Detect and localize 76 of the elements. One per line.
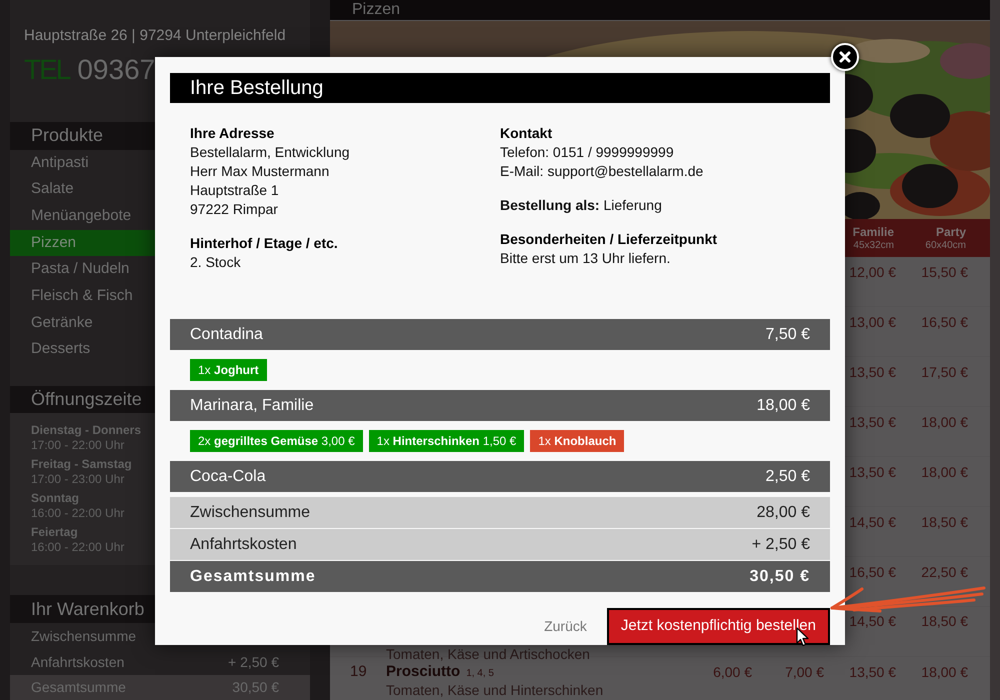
total-value: 30,50 € [750, 566, 810, 586]
total-label: Zwischensumme [190, 502, 310, 522]
item-name: Prosciutto [386, 662, 460, 682]
price-cell-text: 6,00 € [712, 662, 752, 682]
price-cell-text: 22,50 € [920, 562, 968, 582]
section-heading: Ihr Warenkorb [31, 598, 144, 621]
allergen-note: 1, 4, 5 [466, 666, 494, 681]
cart-label: Anfahrtskosten [31, 652, 124, 672]
price-cell-text: 16,50 € [920, 312, 968, 332]
extra-tag: 1x Joghurt [190, 359, 267, 381]
price-cell-text: 18,50 € [920, 512, 968, 532]
section-heading: Öffnungszeite [31, 388, 142, 412]
cart-value: + 2,50 € [228, 652, 280, 672]
price-cell-text: 13,00 € [848, 312, 896, 332]
item-description: Tomaten, Käse und Artischocken [386, 647, 590, 662]
opening-time: 16:00 - 22:00 Uhr [31, 506, 124, 522]
opening-time: 17:00 - 23:00 Uhr [31, 472, 124, 488]
opening-days: Freitag - Samstag [31, 457, 132, 472]
opening-time: 16:00 - 22:00 Uhr [31, 540, 124, 556]
info-text: E-Mail: support@bestellalarm.de [500, 162, 704, 181]
price-cell-text: 12,00 € [848, 262, 896, 282]
price-cell-text: 18,00 € [920, 662, 968, 682]
opening-days: Feiertag [31, 525, 78, 540]
dialog-title: Ihre Bestellung [190, 76, 324, 101]
price-cell-text: 18,00 € [920, 462, 968, 482]
page-title: Pizzen [352, 0, 400, 20]
info-text: 2. Stock [190, 253, 242, 272]
total-label: Gesamtsumme [190, 566, 316, 586]
info-text: 97222 Rimpar [190, 200, 279, 219]
total-value: + 2,50 € [752, 534, 810, 554]
info-heading: Kontakt [500, 124, 554, 143]
info-heading: Hinterhof / Etage / etc. [190, 234, 339, 253]
item-name: Contadina [190, 324, 263, 344]
info-text: Bestellung als: Lieferung [500, 196, 663, 215]
extra-tag: 1x Hinterschinken 1,50 € [368, 430, 524, 452]
info-text: Bitte erst um 13 Uhr liefern. [500, 249, 672, 268]
price-cell-text: 17,50 € [920, 362, 968, 382]
item-price: 18,00 € [756, 396, 810, 416]
info-text: Bestellalarm, Entwicklung [190, 143, 351, 162]
column-header: Party [936, 224, 966, 238]
column-size: 60x40cm [925, 238, 966, 252]
info-text: Telefon: 0151 / 9999999999 [500, 143, 675, 162]
item-number: 19 [350, 662, 368, 682]
shop-address: Hauptstraße 26 | 97294 Unterpleichfeld [24, 26, 287, 46]
price-cell-text: 14,50 € [848, 612, 896, 631]
phone-number: 09367 [77, 53, 156, 87]
item-name: Marinara, Familie [190, 396, 314, 416]
opening-time: 17:00 - 22:00 Uhr [31, 438, 124, 454]
price-cell-text: 18,00 € [920, 412, 968, 432]
extra-tag: 1x Knoblauch [530, 430, 624, 452]
price-cell-text: 13,50 € [848, 412, 896, 432]
price-cell-text: 13,50 € [848, 362, 896, 382]
info-heading: Besonderheiten / Lieferzeitpunkt [500, 230, 718, 249]
price-cell-text: 13,50 € [848, 662, 896, 682]
opening-days: Dienstag - Donners [31, 423, 142, 438]
item-description: Tomaten, Käse und Hinterschinken [386, 683, 604, 698]
item-name: Coca-Cola [190, 466, 266, 486]
extra-tag: 2x gegrilltes Gemüse 3,00 € [190, 430, 363, 452]
opening-days: Sonntag [31, 491, 79, 506]
info-text: Herr Max Mustermann [190, 162, 330, 181]
column-header: Familie [852, 224, 894, 238]
price-cell-text: 16,50 € [848, 562, 896, 582]
total-label: Anfahrtskosten [190, 534, 297, 554]
price-cell-text: 14,50 € [848, 512, 896, 532]
section-heading: Produkte [31, 124, 104, 148]
price-cell-text: 15,50 € [920, 262, 968, 282]
column-size: 45x32cm [853, 238, 894, 252]
info-heading: Ihre Adresse [190, 124, 276, 143]
cart-label: Zwischensumme [31, 626, 136, 646]
price-cell-text: 18,50 € [920, 612, 968, 631]
price-cell-text: 13,50 € [848, 462, 896, 482]
item-price: 2,50 € [766, 466, 810, 486]
item-price: 7,50 € [766, 324, 810, 344]
total-value: 28,00 € [756, 502, 810, 522]
price-cell-text: 7,00 € [784, 662, 824, 682]
info-text: Hauptstraße 1 [190, 181, 280, 200]
